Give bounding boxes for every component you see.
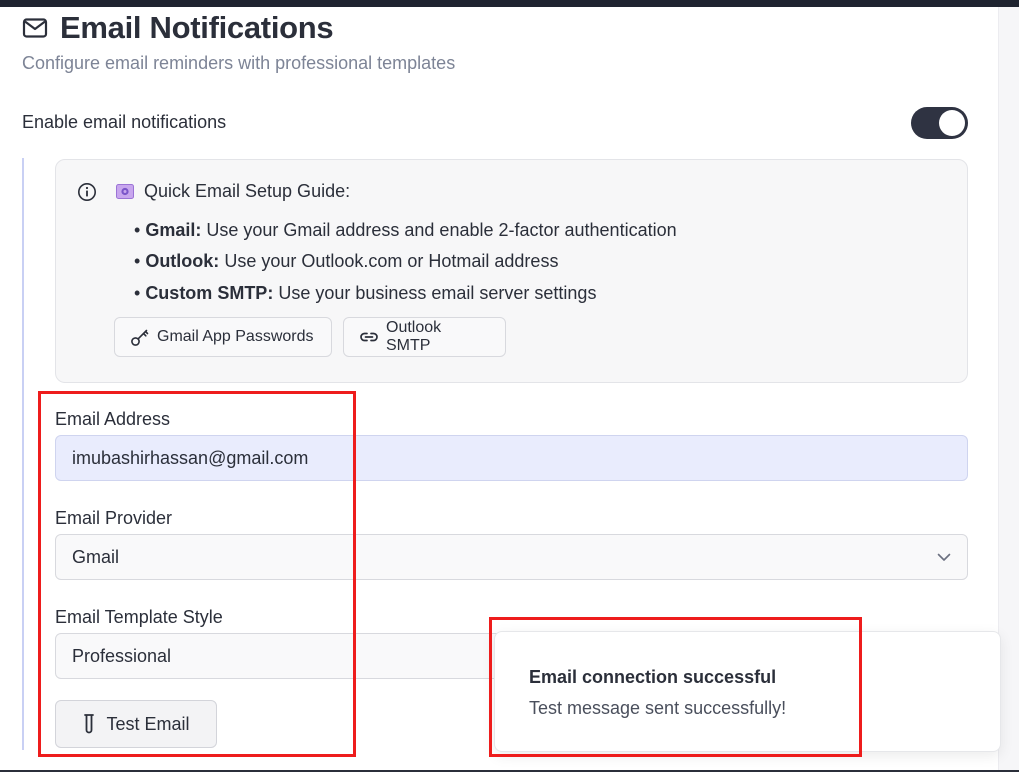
chevron-down-icon [937,553,951,561]
setup-guide-card: Quick Email Setup Guide: • Gmail: Use yo… [55,159,968,383]
success-toast[interactable]: Email connection successful Test message… [494,631,1001,752]
page-title: Email Notifications [60,10,334,45]
section-indent-line [22,158,24,750]
enable-email-toggle[interactable] [911,107,968,139]
window-top-bar [0,0,1019,7]
email-provider-select[interactable]: Gmail [55,534,968,580]
email-provider-value: Gmail [72,546,120,567]
info-icon [78,183,96,201]
envelope-emoji-icon [116,184,134,199]
template-style-select[interactable]: Professional [55,633,505,679]
page-subtitle: Configure email reminders with professio… [22,53,456,73]
toast-message: Test message sent successfully! [529,698,787,718]
test-email-label: Test Email [106,713,190,734]
key-icon [131,329,149,346]
link-icon [360,332,378,342]
guide-item-gmail: • Gmail: Use your Gmail address and enab… [134,220,677,240]
email-address-input[interactable]: imubashirhassan@gmail.com [55,435,968,481]
section-header: Email Notifications [22,10,334,46]
toggle-knob [939,110,965,136]
mail-icon [22,18,48,38]
guide-item-outlook: • Outlook: Use your Outlook.com or Hotma… [134,251,559,271]
email-address-value: imubashirhassan@gmail.com [72,447,309,468]
template-style-value: Professional [72,645,172,666]
gmail-app-passwords-label: Gmail App Passwords [157,328,314,345]
outlook-smtp-button[interactable]: Outlook SMTP [343,317,506,357]
email-provider-label: Email Provider [55,508,173,528]
scroll-gutter[interactable] [998,7,1019,772]
gmail-app-passwords-button[interactable]: Gmail App Passwords [114,317,332,357]
test-email-button[interactable]: Test Email [55,700,217,748]
test-tube-icon [84,714,95,734]
setup-guide-title: Quick Email Setup Guide: [144,181,351,201]
template-style-label: Email Template Style [55,607,223,627]
email-address-label: Email Address [55,409,171,429]
toast-title: Email connection successful [529,667,777,687]
outlook-smtp-label: Outlook SMTP [386,319,442,354]
guide-item-custom-smtp: • Custom SMTP: Use your business email s… [134,283,597,303]
enable-email-label: Enable email notifications [22,112,227,132]
